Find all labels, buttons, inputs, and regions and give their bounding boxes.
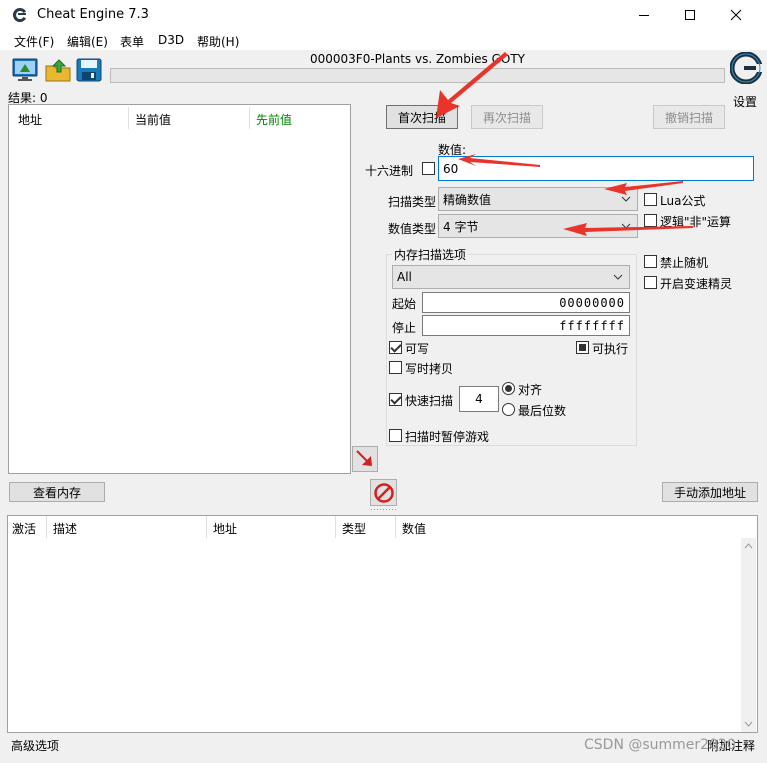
- lua-formula-checkbox[interactable]: [644, 193, 657, 206]
- folder-icon: [45, 59, 71, 82]
- prohibited-icon: [373, 482, 394, 503]
- column-current-value[interactable]: 当前值: [135, 111, 171, 128]
- column-active[interactable]: 激活: [12, 520, 36, 537]
- lua-formula-label: Lua公式: [660, 194, 706, 208]
- column-address[interactable]: 地址: [213, 520, 237, 537]
- column-value[interactable]: 数值: [402, 520, 426, 537]
- alignment-radio[interactable]: [502, 382, 515, 395]
- logical-not-checkbox[interactable]: [644, 214, 657, 227]
- last-digits-label: 最后位数: [518, 404, 567, 418]
- scroll-up-icon: [744, 543, 753, 549]
- maximize-icon: [685, 10, 695, 20]
- add-address-manually-button[interactable]: 手动添加地址: [662, 482, 758, 502]
- menu-d3d[interactable]: D3D: [158, 33, 184, 47]
- start-address-input[interactable]: 00000000: [422, 292, 630, 313]
- chevron-down-icon: [613, 274, 623, 280]
- memory-region-select[interactable]: All: [392, 265, 630, 289]
- cheat-engine-window: Cheat Engine 7.3 文件(F) 编辑(E) 表单 D3D 帮助(H…: [0, 0, 767, 763]
- copy-on-write-label: 写时拷贝: [405, 362, 454, 376]
- logical-not-label: 逻辑"非"运算: [660, 215, 732, 229]
- vertical-scrollbar[interactable]: [741, 538, 756, 732]
- address-table[interactable]: 激活 描述 地址 类型 数值: [7, 515, 758, 733]
- value-type-select[interactable]: 4 字节: [438, 214, 638, 238]
- column-separator: [128, 107, 129, 129]
- speedhack-label: 开启变速精灵: [660, 277, 733, 291]
- scan-progress-bar: [110, 68, 725, 83]
- chevron-down-icon: [621, 196, 631, 202]
- scan-value-input[interactable]: 60: [438, 156, 754, 181]
- memory-scan-options-title: 内存扫描选项: [392, 246, 469, 263]
- splitter-grip[interactable]: [370, 508, 398, 512]
- column-separator: [335, 516, 336, 538]
- next-scan-button[interactable]: 再次扫描: [471, 105, 543, 129]
- executable-label: 可执行: [592, 342, 629, 356]
- start-label: 起始: [392, 297, 417, 311]
- disable-random-label: 禁止随机: [660, 256, 709, 270]
- menu-help[interactable]: 帮助(H): [197, 33, 239, 50]
- fast-scan-checkbox[interactable]: [389, 393, 402, 406]
- add-selected-to-list-button[interactable]: [352, 446, 378, 472]
- chevron-down-icon: [621, 223, 631, 229]
- value-type-value: 4 字节: [443, 219, 479, 234]
- scan-type-select[interactable]: 精确数值: [438, 187, 638, 211]
- close-icon: [730, 9, 742, 21]
- save-button[interactable]: [75, 56, 103, 84]
- fast-scan-label: 快速扫描: [405, 394, 454, 408]
- minimize-icon: [639, 15, 649, 16]
- hex-label: 十六进制: [365, 164, 414, 178]
- arrow-down-right-icon: [356, 450, 372, 466]
- column-separator: [46, 516, 47, 538]
- maximize-button[interactable]: [667, 0, 713, 30]
- watermark: CSDN @summer2020: [584, 737, 736, 753]
- window-title: Cheat Engine 7.3: [37, 7, 149, 22]
- scan-type-value: 精确数值: [443, 192, 492, 207]
- stop-address-input[interactable]: ffffffff: [422, 315, 630, 336]
- advanced-options-link[interactable]: 高级选项: [11, 737, 59, 754]
- hex-checkbox[interactable]: [422, 162, 435, 175]
- clear-list-button[interactable]: [370, 479, 397, 506]
- pause-game-checkbox[interactable]: [389, 429, 402, 442]
- first-scan-button[interactable]: 首次扫描: [386, 105, 458, 129]
- copy-on-write-checkbox[interactable]: [389, 361, 402, 374]
- pause-game-label: 扫描时暂停游戏: [405, 430, 490, 444]
- menu-table[interactable]: 表单: [120, 33, 144, 50]
- speedhack-checkbox[interactable]: [644, 276, 657, 289]
- close-button[interactable]: [713, 0, 759, 30]
- title-bar: Cheat Engine 7.3: [0, 0, 767, 30]
- column-separator: [395, 516, 396, 538]
- memory-view-button[interactable]: 查看内存: [9, 482, 105, 502]
- column-description[interactable]: 描述: [53, 520, 77, 537]
- last-digits-radio[interactable]: [502, 403, 515, 416]
- scroll-down-icon: [744, 721, 753, 727]
- cheat-engine-logo-icon[interactable]: [730, 52, 762, 84]
- column-previous-value[interactable]: 先前值: [256, 111, 292, 128]
- menu-file[interactable]: 文件(F): [14, 33, 54, 50]
- column-type[interactable]: 类型: [342, 520, 366, 537]
- fast-scan-alignment-input[interactable]: 4: [459, 386, 499, 412]
- process-title: 000003F0-Plants vs. Zombies GOTY: [309, 52, 525, 66]
- minimize-button[interactable]: [621, 0, 667, 30]
- alignment-label: 对齐: [518, 383, 543, 397]
- executable-checkbox[interactable]: [576, 341, 589, 354]
- computer-icon: [12, 58, 38, 81]
- menu-edit[interactable]: 编辑(E): [67, 33, 108, 50]
- writable-label: 可写: [405, 342, 430, 356]
- stop-label: 停止: [392, 321, 417, 335]
- undo-scan-button[interactable]: 撤销扫描: [653, 105, 725, 129]
- value-type-label: 数值类型: [388, 222, 437, 236]
- open-process-button[interactable]: [11, 56, 39, 84]
- save-icon: [76, 58, 102, 82]
- disable-random-checkbox[interactable]: [644, 255, 657, 268]
- open-file-button[interactable]: [44, 56, 72, 84]
- cheat-engine-icon: [12, 7, 26, 22]
- column-address[interactable]: 地址: [18, 111, 42, 128]
- column-separator: [249, 107, 250, 129]
- column-separator: [206, 516, 207, 538]
- scan-type-label: 扫描类型: [388, 195, 437, 209]
- memory-region-value: All: [397, 270, 412, 284]
- writable-checkbox[interactable]: [389, 341, 402, 354]
- menu-bar: 文件(F) 编辑(E) 表单 D3D 帮助(H): [0, 30, 767, 50]
- settings-label[interactable]: 设置: [733, 93, 757, 110]
- scan-results-list[interactable]: 地址 当前值 先前值: [8, 104, 351, 474]
